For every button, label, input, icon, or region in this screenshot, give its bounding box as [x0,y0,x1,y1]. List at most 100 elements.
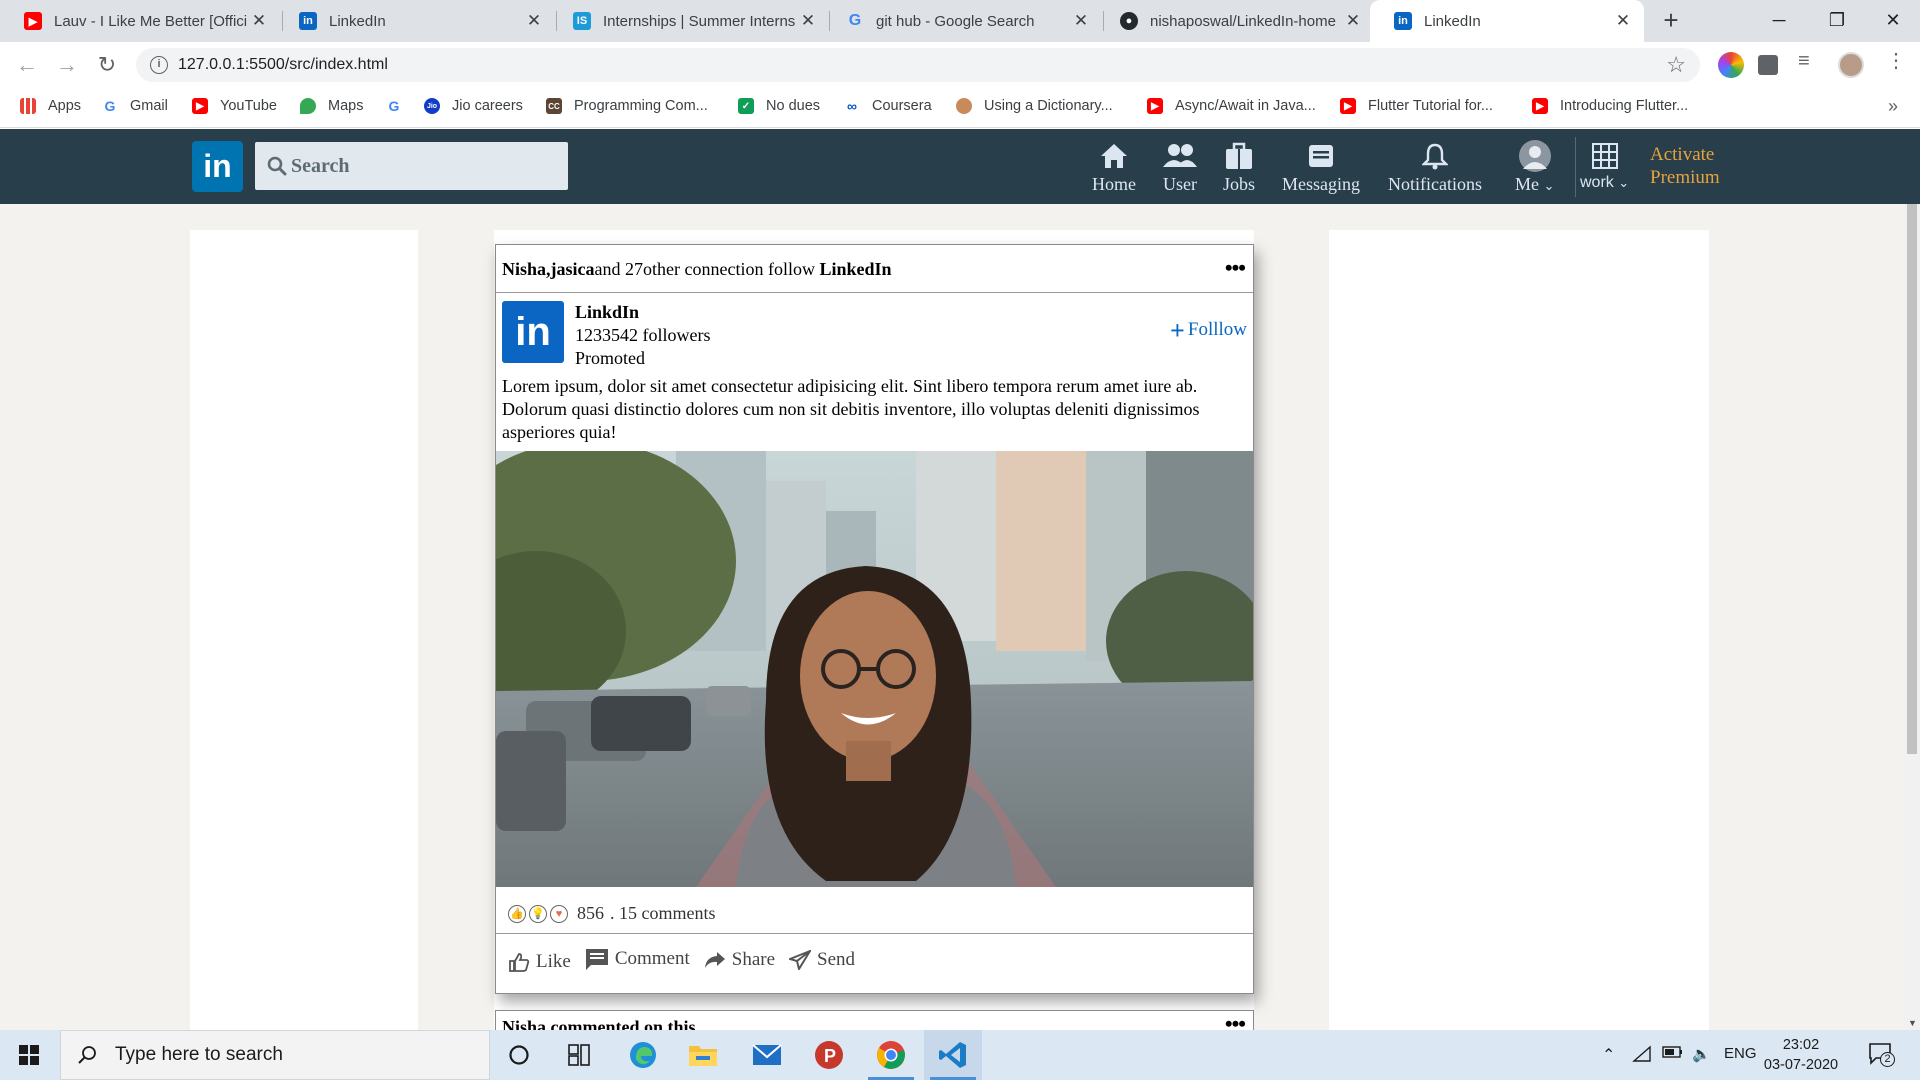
bookmark-maps[interactable]: Maps [300,98,363,114]
page-scrollbar[interactable]: ▲ ▼ [1904,204,1920,1030]
company-logo[interactable]: in [502,301,564,363]
extensions-puzzle-icon[interactable] [1758,55,1778,75]
search-box[interactable] [255,142,568,190]
bookmark-gmail[interactable]: G Gmail [102,98,168,114]
cortana-icon[interactable] [490,1030,548,1080]
close-icon[interactable]: ✕ [799,11,817,31]
profile-avatar[interactable] [1838,52,1864,78]
bookmark-async-await[interactable]: ▶ Async/Await in Java... [1147,98,1316,114]
back-button[interactable]: ← [12,50,42,80]
browser-tab[interactable]: ● nishaposwal/LinkedIn-home ✕ [1096,0,1374,42]
comment-icon [585,949,608,970]
window-close-button[interactable]: ✕ [1864,0,1920,42]
restore-button[interactable]: ❐ [1808,0,1866,42]
bookmark-programming[interactable]: CC Programming Com... [546,98,708,114]
forward-button[interactable]: → [52,50,82,80]
bookmark-star-icon[interactable]: ☆ [1666,52,1686,78]
follower-count: 1233542 followers [575,325,711,345]
menu-dots-icon[interactable]: ⋮ [1886,48,1912,74]
bookmark-no-dues[interactable]: ✓ No dues [738,98,820,114]
scrollbar-thumb[interactable] [1907,204,1917,754]
bookmark-apps[interactable]: Apps [20,98,81,114]
new-tab-button[interactable]: + [1656,6,1686,36]
more-options-icon[interactable]: ••• [1225,1011,1246,1030]
tab-title: LinkedIn [329,12,386,30]
nav-me[interactable]: Me ⌄ [1515,139,1554,195]
internshala-icon: IS [573,12,591,30]
send-button[interactable]: Send [789,949,855,971]
scroll-down-arrow[interactable]: ▼ [1908,1018,1917,1028]
browser-tab-strip: ▶ Lauv - I Like Me Better [Offici ✕ in L… [0,0,1920,42]
browser-tab-active[interactable]: in LinkedIn ✕ [1370,0,1644,42]
more-bookmarks-icon[interactable]: » [1888,96,1898,117]
reload-button[interactable]: ↻ [92,50,122,80]
close-icon[interactable]: ✕ [525,11,543,31]
vscode-icon[interactable] [924,1030,982,1080]
share-button[interactable]: Share [704,949,775,971]
minimize-button[interactable]: ─ [1750,0,1808,42]
battery-icon[interactable] [1662,1045,1684,1063]
bookmark-google[interactable]: G [386,98,414,114]
more-options-icon[interactable]: ••• [1225,255,1246,281]
bell-icon [1421,139,1448,173]
close-icon[interactable]: ✕ [1072,11,1090,31]
like-button[interactable]: Like [508,951,571,973]
browser-tab[interactable]: in LinkedIn ✕ [275,0,555,42]
youtube-icon: ▶ [1340,98,1356,114]
follow-button[interactable]: + Folllow [1170,317,1247,343]
nav-jobs[interactable]: Jobs [1223,139,1255,195]
comment-button[interactable]: Comment [585,947,690,971]
color-extension-icon[interactable] [1718,52,1744,78]
language-indicator[interactable]: ENG [1724,1045,1757,1062]
bookmark-coursera[interactable]: ∞ Coursera [844,98,932,114]
start-button[interactable] [0,1030,58,1080]
search-input[interactable] [291,142,561,190]
volume-icon[interactable]: 🔈 [1692,1045,1711,1063]
post-image[interactable] [496,451,1253,887]
close-icon[interactable]: ✕ [1344,11,1362,31]
browser-tab[interactable]: IS Internships | Summer Interns ✕ [549,0,829,42]
home-icon [1099,139,1129,173]
bookmarks-bar: Apps G Gmail ▶ YouTube Maps G Jio Jio ca… [0,88,1920,128]
comments-count[interactable]: . 15 comments [610,903,716,924]
close-icon[interactable]: ✕ [1614,11,1632,31]
messaging-icon [1307,139,1335,173]
activate-premium-link[interactable]: Activate Premium [1650,143,1720,189]
edge-browser-icon[interactable] [614,1030,672,1080]
browser-tab[interactable]: ▶ Lauv - I Like Me Better [Offici ✕ [0,0,280,42]
media-control-icon[interactable]: ≡ [1798,50,1824,76]
tab-title: git hub - Google Search [876,12,1035,30]
linkedin-logo[interactable]: in [192,141,243,192]
nav-user[interactable]: User [1163,139,1197,195]
nav-messaging[interactable]: Messaging [1282,139,1360,195]
reactions-summary[interactable]: 👍 💡 ♥ 856 . 15 comments [508,903,716,924]
mail-icon[interactable] [738,1030,796,1080]
left-sidebar [190,230,418,1030]
bookmark-jio-careers[interactable]: Jio Jio careers [424,98,523,114]
close-icon[interactable]: ✕ [250,11,268,31]
clock-date: 03-07-2020 [1763,1057,1839,1073]
url-text[interactable]: 127.0.0.1:5500/src/index.html [178,56,388,74]
notification-center-icon[interactable]: 2 [1868,1042,1895,1070]
promoted-label: Promoted [575,348,645,368]
company-name[interactable]: LinkdIn [575,302,639,323]
bookmark-introducing-flutter[interactable]: ▶ Introducing Flutter... [1532,98,1688,114]
nav-home[interactable]: Home [1092,139,1136,195]
tab-title: Internships | Summer Interns [603,12,796,30]
nav-work[interactable]: work ⌄ [1580,139,1629,192]
bookmark-youtube[interactable]: ▶ YouTube [192,98,277,114]
browser-tab[interactable]: G git hub - Google Search ✕ [822,0,1102,42]
address-bar[interactable]: i 127.0.0.1:5500/src/index.html ☆ [136,48,1700,82]
nav-notifications[interactable]: Notifications [1388,139,1482,195]
taskbar-search-box[interactable]: Type here to search [60,1030,490,1080]
bookmark-flutter-tutorial[interactable]: ▶ Flutter Tutorial for... [1340,98,1493,114]
tray-chevron-icon[interactable]: ⌃ [1602,1045,1615,1065]
file-explorer-icon[interactable] [674,1030,732,1080]
wifi-icon[interactable] [1632,1045,1652,1067]
site-info-icon[interactable]: i [150,56,168,74]
app-p-icon[interactable]: P [800,1030,858,1080]
bookmark-dictionary[interactable]: Using a Dictionary... [956,98,1113,114]
task-view-icon[interactable] [550,1030,608,1080]
system-clock[interactable]: 23:02 03-07-2020 [1756,1035,1846,1075]
chrome-icon[interactable] [862,1030,920,1080]
